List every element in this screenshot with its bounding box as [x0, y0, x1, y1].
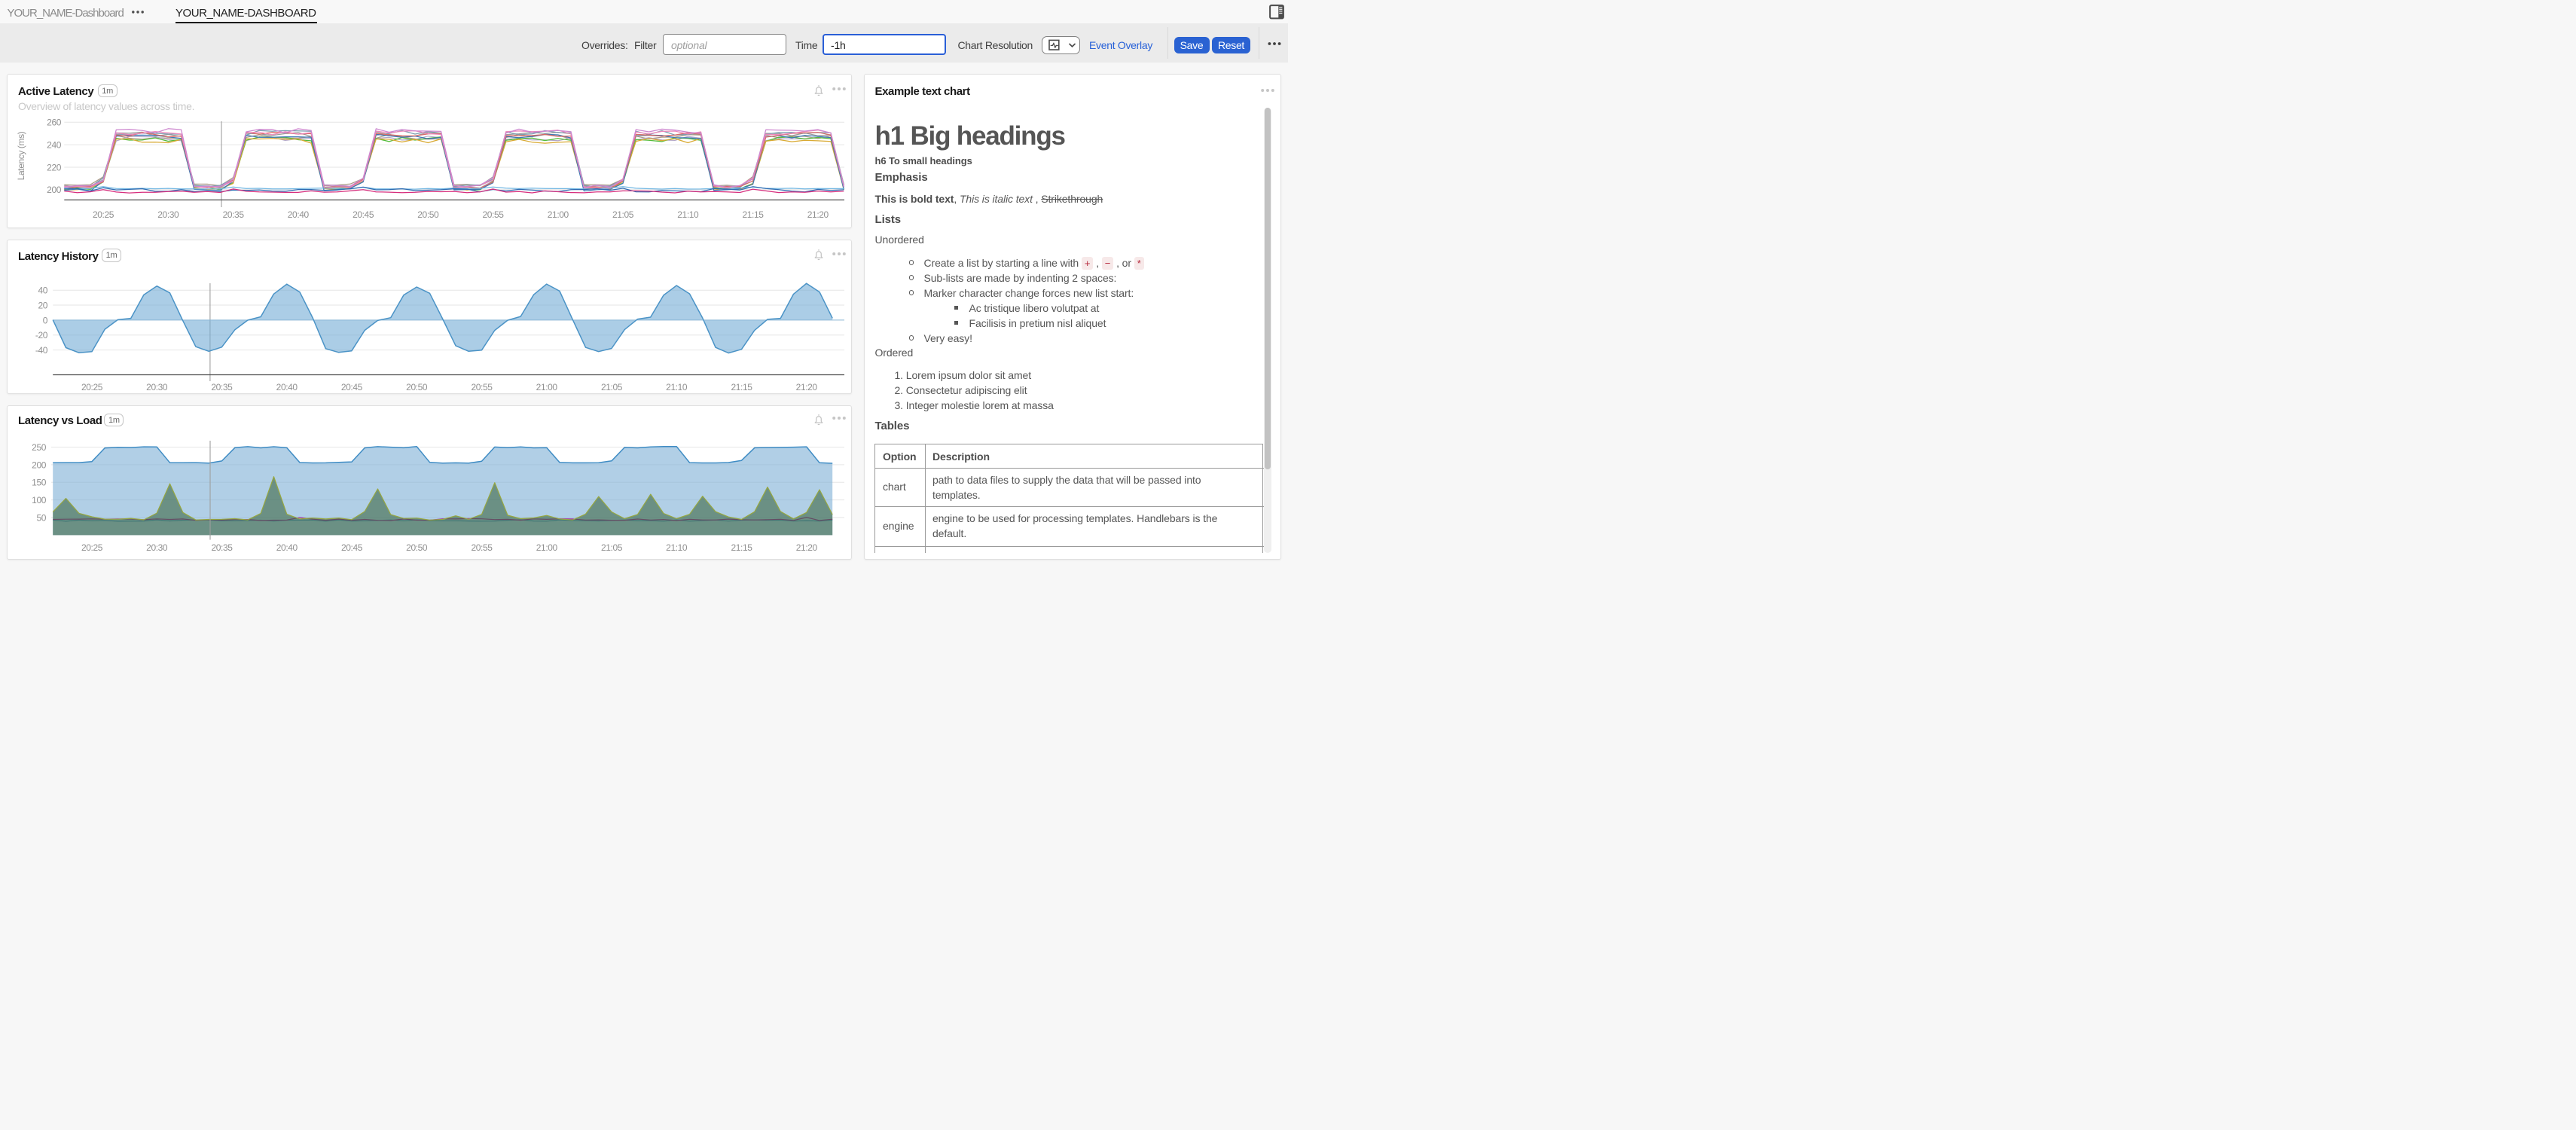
svg-text:20:55: 20:55	[471, 382, 493, 392]
svg-text:20:55: 20:55	[471, 542, 493, 553]
svg-text:20:45: 20:45	[353, 209, 374, 220]
svg-text:20:40: 20:40	[288, 209, 310, 220]
svg-text:40: 40	[38, 286, 47, 296]
svg-text:21:10: 21:10	[666, 382, 688, 392]
svg-text:260: 260	[47, 118, 62, 128]
svg-text:21:00: 21:00	[536, 382, 558, 392]
svg-text:20:50: 20:50	[417, 209, 439, 220]
svg-text:20:50: 20:50	[406, 382, 428, 392]
svg-text:21:15: 21:15	[742, 209, 764, 220]
svg-text:21:05: 21:05	[601, 382, 623, 392]
svg-text:20:35: 20:35	[211, 382, 233, 392]
svg-text:20:25: 20:25	[93, 209, 114, 220]
svg-text:150: 150	[32, 478, 47, 488]
svg-text:21:20: 21:20	[807, 209, 829, 220]
svg-text:20:45: 20:45	[341, 542, 363, 553]
svg-text:-40: -40	[35, 345, 48, 356]
svg-text:20:30: 20:30	[146, 542, 168, 553]
svg-text:20:35: 20:35	[223, 209, 245, 220]
svg-text:20:45: 20:45	[341, 382, 363, 392]
svg-text:20:40: 20:40	[276, 382, 298, 392]
svg-text:-20: -20	[35, 330, 48, 341]
svg-text:21:15: 21:15	[731, 542, 752, 553]
svg-text:0: 0	[43, 315, 48, 325]
svg-text:21:20: 21:20	[796, 542, 818, 553]
svg-text:220: 220	[47, 162, 62, 173]
svg-text:21:05: 21:05	[612, 209, 634, 220]
svg-text:21:20: 21:20	[796, 382, 818, 392]
svg-text:Latency (ms): Latency (ms)	[16, 131, 26, 180]
svg-text:20:50: 20:50	[406, 542, 428, 553]
svg-text:20:25: 20:25	[81, 382, 103, 392]
svg-text:21:15: 21:15	[731, 382, 752, 392]
svg-text:21:10: 21:10	[666, 542, 688, 553]
svg-text:20:55: 20:55	[482, 209, 504, 220]
svg-text:20:35: 20:35	[211, 542, 233, 553]
svg-text:200: 200	[47, 185, 62, 195]
svg-text:20:30: 20:30	[146, 382, 168, 392]
svg-text:21:10: 21:10	[677, 209, 699, 220]
svg-text:20:30: 20:30	[157, 209, 179, 220]
svg-text:20:25: 20:25	[81, 542, 103, 553]
svg-text:20: 20	[38, 300, 47, 310]
svg-text:21:00: 21:00	[536, 542, 558, 553]
svg-text:21:00: 21:00	[548, 209, 569, 220]
svg-text:50: 50	[36, 512, 46, 523]
svg-text:240: 240	[47, 140, 62, 151]
svg-text:20:40: 20:40	[276, 542, 298, 553]
svg-text:250: 250	[32, 442, 47, 453]
svg-text:100: 100	[32, 495, 47, 505]
svg-text:200: 200	[32, 460, 47, 470]
svg-text:21:05: 21:05	[601, 542, 623, 553]
